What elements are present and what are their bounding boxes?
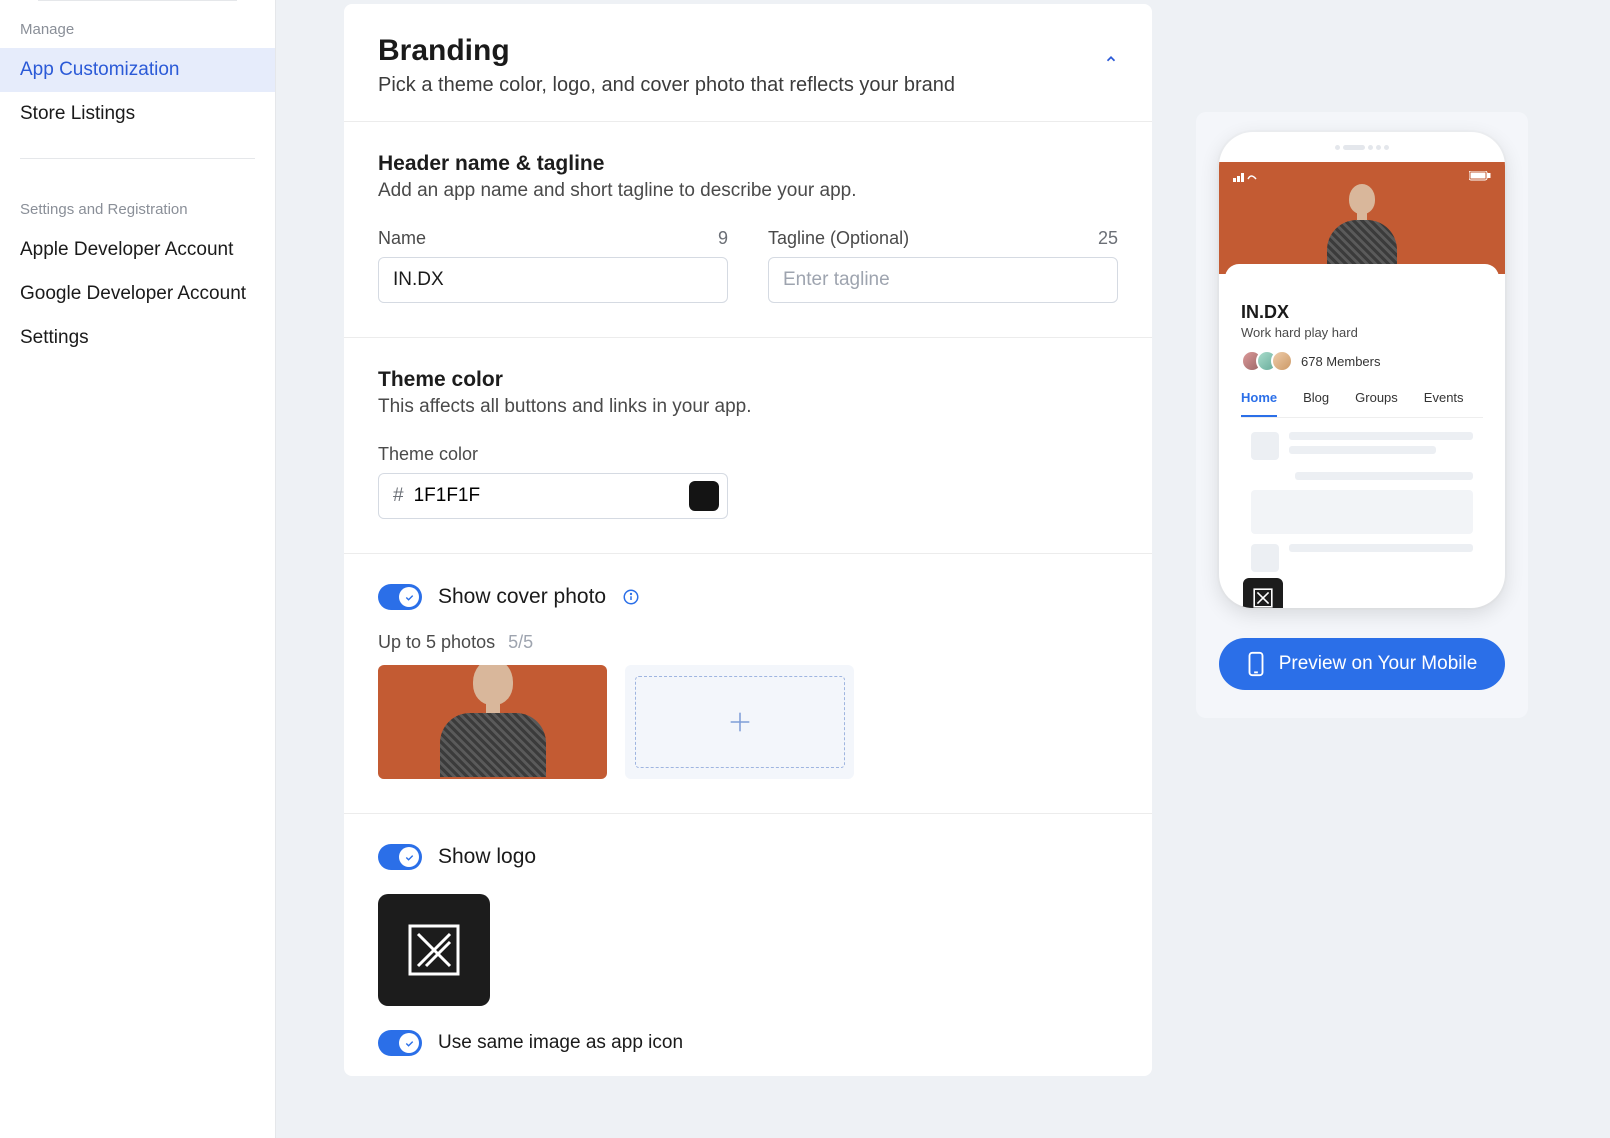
name-input[interactable] [378, 257, 728, 303]
section-cover-photo: Show cover photo Up to 5 photos 5/5 [344, 553, 1152, 813]
sidebar-item-store-listings[interactable]: Store Listings [0, 92, 275, 136]
card-subtitle: Pick a theme color, logo, and cover phot… [378, 74, 955, 97]
section-header-tagline: Header name & tagline Add an app name an… [344, 121, 1152, 337]
phone-notch [1219, 132, 1505, 162]
logo-toggle[interactable] [378, 844, 422, 870]
same-as-app-icon-toggle[interactable] [378, 1030, 422, 1056]
sidebar-item-app-customization[interactable]: App Customization [0, 48, 275, 92]
preview-on-mobile-button[interactable]: Preview on Your Mobile [1219, 638, 1505, 690]
plus-icon [726, 708, 754, 736]
logo-toggle-label: Show logo [438, 845, 536, 869]
preview-panel: IN.DX Work hard play hard 678 Members Ho… [1196, 112, 1528, 718]
phone-members: 678 Members [1241, 350, 1483, 372]
toggle-knob [399, 587, 419, 607]
cover-person [1317, 184, 1407, 274]
tagline-label: Tagline (Optional) [768, 228, 909, 249]
photos-limit-label: Up to 5 photos [378, 632, 495, 652]
theme-color-input[interactable] [414, 485, 689, 507]
name-char-count: 9 [718, 228, 728, 249]
cover-photo-thumbnail[interactable] [378, 665, 607, 779]
card-title: Branding [378, 34, 955, 68]
sidebar-item-label: App Customization [20, 59, 179, 80]
cover-photo-toggle[interactable] [378, 584, 422, 610]
branding-card: Branding Pick a theme color, logo, and c… [344, 4, 1152, 1076]
members-count: 678 Members [1301, 354, 1380, 369]
signal-icon [1233, 170, 1259, 185]
theme-color-label: Theme color [378, 444, 1118, 465]
sidebar: Manage App Customization Store Listings … [0, 0, 276, 1138]
phone-cover-image [1219, 192, 1505, 274]
color-swatch[interactable] [689, 481, 719, 511]
cover-photo-image [423, 665, 563, 779]
avatar [1271, 350, 1293, 372]
phone-tab-events[interactable]: Events [1424, 390, 1464, 417]
sidebar-item-label: Settings [20, 327, 89, 348]
sidebar-item-google-dev[interactable]: Google Developer Account [0, 272, 275, 316]
phone-app-name: IN.DX [1241, 302, 1483, 323]
section-title: Theme color [378, 368, 1118, 392]
sidebar-divider [20, 158, 255, 159]
phone-feed-skeleton [1241, 418, 1483, 598]
sidebar-item-apple-dev[interactable]: Apple Developer Account [0, 228, 275, 272]
logo-image[interactable] [378, 894, 490, 1006]
sidebar-item-label: Apple Developer Account [20, 239, 233, 260]
mobile-icon [1247, 651, 1265, 677]
section-title: Header name & tagline [378, 152, 1118, 176]
phone-preview: IN.DX Work hard play hard 678 Members Ho… [1219, 132, 1505, 608]
battery-icon [1469, 171, 1491, 184]
theme-color-field[interactable]: # [378, 473, 728, 519]
add-cover-photo-button[interactable] [625, 665, 854, 779]
phone-app-icon [1241, 576, 1285, 608]
hash-symbol: # [393, 485, 404, 507]
sidebar-section-manage: Manage [0, 1, 275, 48]
sidebar-section-settings: Settings and Registration [0, 181, 275, 228]
sidebar-item-label: Store Listings [20, 103, 135, 124]
toggle-knob [399, 847, 419, 867]
tagline-input[interactable] [768, 257, 1118, 303]
info-icon[interactable] [622, 588, 640, 606]
toggle-knob [399, 1033, 419, 1053]
phone-tab-home[interactable]: Home [1241, 390, 1277, 417]
sidebar-item-settings[interactable]: Settings [0, 316, 275, 360]
section-theme-color: Theme color This affects all buttons and… [344, 337, 1152, 553]
cover-photo-toggle-label: Show cover photo [438, 585, 606, 609]
name-label: Name [378, 228, 426, 249]
photos-count: 5/5 [508, 632, 533, 652]
tagline-char-count: 25 [1098, 228, 1118, 249]
sidebar-item-label: Google Developer Account [20, 283, 246, 304]
phone-tabs: Home Blog Groups Events [1241, 390, 1483, 418]
preview-button-label: Preview on Your Mobile [1279, 653, 1478, 675]
section-logo: Show logo Use sam [344, 813, 1152, 1076]
card-header[interactable]: Branding Pick a theme color, logo, and c… [344, 4, 1152, 121]
section-subtitle: Add an app name and short tagline to des… [378, 180, 1118, 202]
same-as-app-icon-label: Use same image as app icon [438, 1032, 683, 1054]
logo-icon [404, 920, 464, 980]
phone-tagline: Work hard play hard [1241, 325, 1483, 340]
chevron-up-icon[interactable] [1104, 52, 1118, 66]
phone-tab-blog[interactable]: Blog [1303, 390, 1329, 417]
member-avatars [1241, 350, 1293, 372]
section-subtitle: This affects all buttons and links in yo… [378, 396, 1118, 418]
phone-tab-groups[interactable]: Groups [1355, 390, 1398, 417]
